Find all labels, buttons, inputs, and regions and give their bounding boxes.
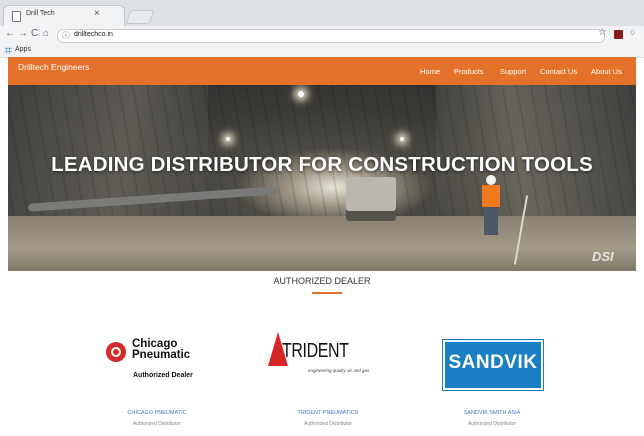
forward-icon[interactable]: → bbox=[18, 28, 28, 39]
bookmark-star-icon[interactable]: ☆ bbox=[598, 27, 607, 38]
vehicle-image bbox=[346, 177, 396, 221]
info-icon[interactable]: ⓘ bbox=[62, 30, 70, 41]
worker-figure bbox=[478, 175, 504, 235]
trident-tagline: engineering quality air and gas bbox=[308, 368, 370, 373]
home-icon[interactable]: ⌂ bbox=[43, 28, 49, 39]
dealer-subtitle-chicago: Authorized Distributor bbox=[132, 421, 182, 427]
section-title: AUTHORIZED DEALER bbox=[273, 276, 371, 286]
site-brand[interactable]: Drilltech Engineers bbox=[18, 62, 89, 72]
browser-tab-strip: Drill Tech × bbox=[0, 0, 644, 26]
site-navbar: Drilltech Engineers Home Products Suppor… bbox=[8, 57, 636, 85]
nav-contact-us[interactable]: Contact Us bbox=[540, 67, 577, 76]
apps-bookmark[interactable]: Apps bbox=[15, 46, 31, 53]
tunnel-lamp bbox=[400, 137, 404, 141]
section-divider bbox=[312, 292, 342, 294]
dealer-subtitle-trident: Authorized Distributor bbox=[303, 421, 353, 427]
nav-home[interactable]: Home bbox=[420, 67, 440, 76]
nav-support[interactable]: Support bbox=[500, 67, 526, 76]
browser-toolbar: ← → C ⌂ ⓘ drilltechco.in ☆ ○ bbox=[0, 26, 644, 45]
back-icon[interactable]: ← bbox=[5, 28, 15, 39]
photo-watermark: DSI bbox=[592, 249, 614, 264]
reload-icon[interactable]: C bbox=[31, 28, 38, 39]
worker-legs bbox=[484, 207, 498, 235]
sandvik-logo-text: SANDVIK bbox=[448, 352, 538, 373]
page-icon bbox=[12, 11, 21, 22]
apps-grid-icon[interactable] bbox=[5, 47, 12, 54]
cp-logo-caption: Authorized Dealer bbox=[133, 372, 193, 379]
chicago-pneumatic-logo[interactable]: Chicago Pneumatic Authorized Dealer bbox=[106, 338, 226, 387]
sandvik-logo-box: SANDVIK bbox=[443, 340, 543, 390]
safety-vest bbox=[482, 185, 500, 207]
hero-title: LEADING DISTRIBUTOR FOR CONSTRUCTION TOO… bbox=[51, 153, 593, 176]
dealer-name-trident[interactable]: TRIDENT PNEUMATICS bbox=[268, 410, 388, 416]
trident-logo[interactable]: TRIDENT engineering quality air and gas bbox=[268, 332, 388, 380]
address-bar[interactable]: ⓘ drilltechco.in bbox=[57, 29, 605, 43]
nav-about-us[interactable]: About Us bbox=[591, 67, 622, 76]
dealer-name-sandvik[interactable]: SANDVIK SMITH ASIA bbox=[432, 410, 552, 416]
url-text: drilltechco.in bbox=[74, 31, 113, 38]
hero-banner: LEADING DISTRIBUTOR FOR CONSTRUCTION TOO… bbox=[8, 85, 636, 271]
dealer-subtitle-sandvik: Authorized Distributor bbox=[467, 421, 517, 427]
nav-products[interactable]: Products bbox=[454, 67, 484, 76]
bookmarks-bar: Apps bbox=[0, 44, 644, 58]
cp-emblem-icon bbox=[106, 342, 126, 362]
menu-icon[interactable]: ○ bbox=[630, 27, 635, 37]
close-icon[interactable]: × bbox=[94, 8, 100, 19]
tunnel-lamp bbox=[226, 137, 230, 141]
tab-title: Drill Tech bbox=[26, 10, 55, 17]
cp-logo-text: Chicago Pneumatic bbox=[132, 338, 191, 361]
tunnel-lamp bbox=[298, 91, 304, 97]
tunnel-floor bbox=[8, 216, 636, 271]
sandvik-logo[interactable]: SANDVIK bbox=[443, 340, 543, 390]
dealer-name-chicago[interactable]: CHICAGO PNEUMATIC bbox=[97, 410, 217, 416]
trident-logo-text: TRIDENT bbox=[282, 340, 349, 362]
cp-logo-line2: Pneumatic bbox=[132, 349, 191, 361]
new-tab-button[interactable] bbox=[125, 10, 155, 24]
extension-icon[interactable] bbox=[614, 30, 623, 39]
browser-tab[interactable]: Drill Tech × bbox=[4, 6, 124, 26]
